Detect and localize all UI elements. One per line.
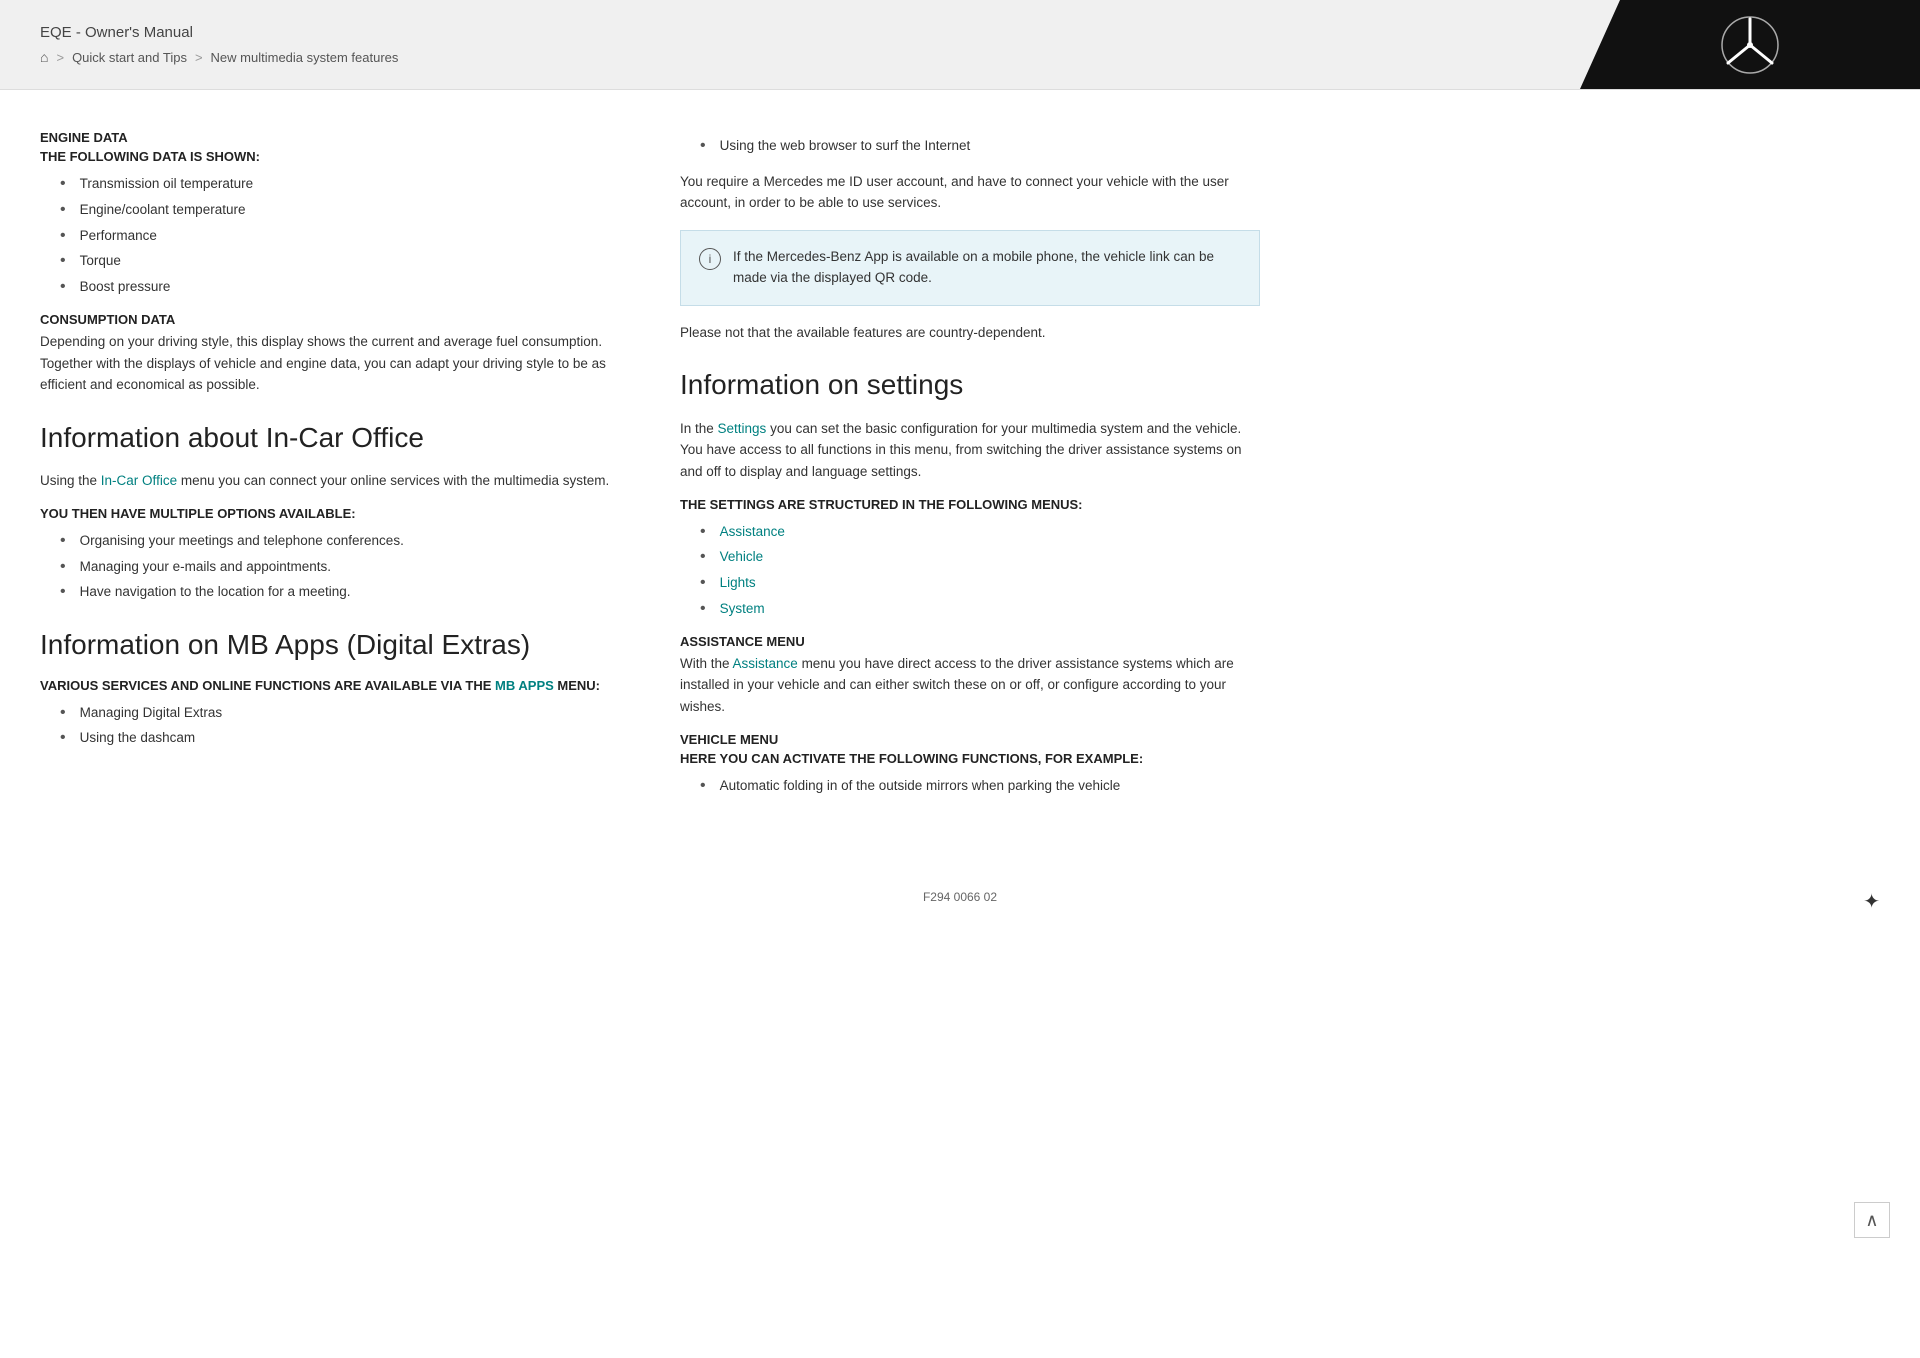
breadcrumb-sep-1: > bbox=[56, 50, 64, 65]
assistance-menu-heading: ASSISTANCE MENU bbox=[680, 634, 1260, 649]
mb-apps-title: Information on MB Apps (Digital Extras) bbox=[40, 627, 620, 663]
mercedes-me-para: You require a Mercedes me ID user accoun… bbox=[680, 171, 1260, 214]
assistance-link[interactable]: Assistance bbox=[720, 522, 785, 542]
assistance-menu-section: ASSISTANCE MENU With the Assistance menu… bbox=[680, 634, 1260, 718]
scroll-up-button[interactable]: ∧ bbox=[1854, 1202, 1890, 1238]
vehicle-menu-list: Automatic folding in of the outside mirr… bbox=[680, 776, 1260, 797]
breadcrumb: ⌂ > Quick start and Tips > New multimedi… bbox=[40, 49, 1540, 65]
breadcrumb-item-2: New multimedia system features bbox=[211, 50, 399, 65]
consumption-data-section: CONSUMPTION DATA Depending on your drivi… bbox=[40, 312, 620, 396]
assistance-menu-para: With the Assistance menu you have direct… bbox=[680, 653, 1260, 718]
vehicle-menu-subheading: HERE YOU CAN ACTIVATE THE FOLLOWING FUNC… bbox=[680, 751, 1260, 766]
mb-apps-list: Managing Digital Extras Using the dashca… bbox=[40, 703, 620, 750]
list-item: Transmission oil temperature bbox=[40, 174, 620, 195]
settings-menus-list: Assistance Vehicle Lights System bbox=[680, 522, 1260, 620]
info-box: i If the Mercedes-Benz App is available … bbox=[680, 230, 1260, 306]
assistance-menu-link[interactable]: Assistance bbox=[733, 656, 798, 671]
list-item: Using the web browser to surf the Intern… bbox=[680, 136, 1260, 157]
list-item: Organising your meetings and telephone c… bbox=[40, 531, 620, 552]
consumption-data-heading: CONSUMPTION DATA bbox=[40, 312, 620, 327]
list-item: Engine/coolant temperature bbox=[40, 200, 620, 221]
settings-menus-heading: THE SETTINGS ARE STRUCTURED IN THE FOLLO… bbox=[680, 497, 1260, 512]
system-link[interactable]: System bbox=[720, 599, 765, 619]
main-content: ENGINE DATA THE FOLLOWING DATA IS SHOWN:… bbox=[0, 90, 1920, 870]
left-column: ENGINE DATA THE FOLLOWING DATA IS SHOWN:… bbox=[40, 130, 620, 810]
list-item: Torque bbox=[40, 251, 620, 272]
in-car-office-title: Information about In-Car Office bbox=[40, 420, 620, 456]
vehicle-link[interactable]: Vehicle bbox=[720, 547, 764, 567]
scroll-up-icon: ∧ bbox=[1865, 1210, 1878, 1231]
list-item: Managing your e-mails and appointments. bbox=[40, 557, 620, 578]
home-icon[interactable]: ⌂ bbox=[40, 49, 48, 65]
breadcrumb-sep-2: > bbox=[195, 50, 203, 65]
in-car-office-link[interactable]: In-Car Office bbox=[101, 473, 177, 488]
butterfly-icon: ✦ bbox=[1863, 889, 1880, 914]
header: EQE - Owner's Manual ⌂ > Quick start and… bbox=[0, 0, 1920, 90]
footer-code: F294 0066 02 bbox=[923, 890, 997, 904]
info-box-text: If the Mercedes-Benz App is available on… bbox=[733, 247, 1241, 289]
vehicle-menu-section: VEHICLE MENU HERE YOU CAN ACTIVATE THE F… bbox=[680, 732, 1260, 797]
vehicle-menu-heading: VEHICLE MENU bbox=[680, 732, 1260, 747]
engine-data-list: Transmission oil temperature Engine/cool… bbox=[40, 174, 620, 298]
mb-apps-link[interactable]: MB APPS bbox=[495, 678, 554, 693]
in-car-office-section: Information about In-Car Office Using th… bbox=[40, 420, 620, 603]
manual-title: EQE - Owner's Manual bbox=[40, 24, 1540, 41]
list-item: Lights bbox=[680, 573, 1260, 594]
list-item: Performance bbox=[40, 226, 620, 247]
list-item: Automatic folding in of the outside mirr… bbox=[680, 776, 1260, 797]
settings-link[interactable]: Settings bbox=[718, 421, 767, 436]
engine-data-subheading: THE FOLLOWING DATA IS SHOWN: bbox=[40, 149, 620, 164]
header-logo-area bbox=[1580, 0, 1920, 89]
list-item: Boost pressure bbox=[40, 277, 620, 298]
settings-para: In the Settings you can set the basic co… bbox=[680, 418, 1260, 483]
settings-section: Information on settings In the Settings … bbox=[680, 367, 1260, 619]
list-item: Managing Digital Extras bbox=[40, 703, 620, 724]
engine-data-section: ENGINE DATA THE FOLLOWING DATA IS SHOWN:… bbox=[40, 130, 620, 298]
info-icon: i bbox=[699, 248, 721, 270]
header-left: EQE - Owner's Manual ⌂ > Quick start and… bbox=[0, 0, 1580, 89]
mb-apps-section: Information on MB Apps (Digital Extras) … bbox=[40, 627, 620, 749]
services-heading: VARIOUS SERVICES AND ONLINE FUNCTIONS AR… bbox=[40, 678, 620, 693]
consumption-data-para: Depending on your driving style, this di… bbox=[40, 331, 620, 396]
footer: F294 0066 02 ✦ bbox=[0, 870, 1920, 934]
list-item: System bbox=[680, 599, 1260, 620]
mercedes-star-logo bbox=[1720, 15, 1780, 75]
list-item: Assistance bbox=[680, 522, 1260, 543]
engine-data-heading: ENGINE DATA bbox=[40, 130, 620, 145]
list-item: Using the dashcam bbox=[40, 728, 620, 749]
lights-link[interactable]: Lights bbox=[720, 573, 756, 593]
list-item: Have navigation to the location for a me… bbox=[40, 582, 620, 603]
breadcrumb-item-1[interactable]: Quick start and Tips bbox=[72, 50, 187, 65]
options-list: Organising your meetings and telephone c… bbox=[40, 531, 620, 603]
settings-title: Information on settings bbox=[680, 367, 1260, 403]
options-heading: YOU THEN HAVE MULTIPLE OPTIONS AVAILABLE… bbox=[40, 506, 620, 521]
in-car-office-para: Using the In-Car Office menu you can con… bbox=[40, 470, 620, 492]
list-item: Vehicle bbox=[680, 547, 1260, 568]
country-note: Please not that the available features a… bbox=[680, 322, 1260, 344]
extra-bullet-list: Using the web browser to surf the Intern… bbox=[680, 136, 1260, 157]
right-column: Using the web browser to surf the Intern… bbox=[680, 130, 1260, 810]
